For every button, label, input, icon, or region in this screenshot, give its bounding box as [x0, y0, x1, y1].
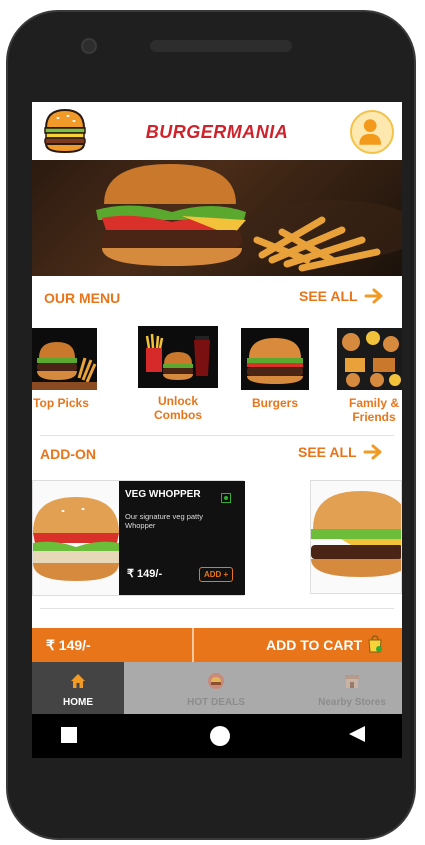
burger-image-icon [32, 342, 97, 390]
camera-icon [81, 38, 97, 54]
menu-item-top-picks[interactable]: Top Picks [32, 328, 104, 410]
see-all-label: SEE ALL [298, 444, 357, 460]
burger-image-icon [33, 497, 119, 581]
hero-banner-image [32, 160, 402, 276]
burger-image-icon [311, 491, 401, 577]
recents-button[interactable] [61, 727, 77, 743]
app-header: BURGERMANIA [32, 102, 402, 160]
menu-item-label: Family & Friends [348, 396, 399, 424]
app-screen: BURGERMANIA OUR MENU SEE ALL Top Picks U… [32, 102, 402, 758]
addon-see-all-link[interactable]: SEE ALL [298, 444, 383, 460]
user-icon [359, 119, 382, 145]
nav-home-tab[interactable]: HOME [32, 662, 124, 714]
veg-whopper-image [33, 481, 119, 595]
addon-card-next[interactable] [310, 480, 402, 594]
addon-info-panel: VEG WHOPPER Our signature veg patty Whop… [119, 481, 245, 595]
add-to-cart-button[interactable]: ADD TO CART [266, 637, 362, 653]
nav-stores-label: Nearby Stores [318, 697, 386, 708]
section-divider [40, 435, 394, 436]
arrow-right-icon [363, 444, 382, 460]
combo-meal-icon [145, 333, 210, 380]
veg-indicator-icon [221, 493, 231, 503]
burger-image-icon [247, 338, 303, 384]
menu-item-label: Top Picks [33, 396, 89, 410]
cart-bar: ₹ 149/- ADD TO CART [32, 628, 402, 662]
home-icon [71, 674, 85, 688]
unlock-combos-image [138, 326, 218, 388]
our-menu-title: OUR MENU [44, 290, 121, 306]
family-meal-icon [337, 328, 402, 390]
see-all-label: SEE ALL [299, 288, 358, 304]
store-icon [345, 675, 359, 688]
speaker-grille [150, 40, 292, 52]
nav-hot-label: HOT DEALS [187, 697, 245, 708]
addon-card-veg-whopper[interactable]: VEG WHOPPER Our signature veg patty Whop… [32, 480, 245, 596]
top-picks-image [32, 328, 97, 390]
app-title: BURGERMANIA [145, 122, 289, 142]
nav-nearby-stores-tab[interactable]: Nearby Stores [302, 662, 402, 714]
addon-add-button[interactable]: ADD + [199, 567, 234, 582]
system-navigation-bar [32, 714, 402, 758]
menu-item-label: Unlock Combos [154, 394, 202, 422]
section-divider [40, 608, 394, 609]
arrow-right-icon [364, 288, 383, 304]
phone-frame: BURGERMANIA OUR MENU SEE ALL Top Picks U… [6, 10, 416, 840]
home-button[interactable] [210, 726, 230, 746]
nav-hot-deals-tab[interactable]: HOT DEALS [168, 662, 264, 714]
menu-item-burgers[interactable]: Burgers [232, 328, 318, 410]
menu-see-all-link[interactable]: SEE ALL [299, 288, 384, 304]
burgers-image [241, 328, 309, 390]
shopping-bag-icon[interactable] [367, 635, 383, 653]
cart-separator [192, 628, 194, 662]
family-friends-image [337, 328, 402, 390]
addon-description: Our signature veg patty Whopper [125, 512, 203, 530]
profile-avatar[interactable] [350, 110, 394, 154]
add-on-title: ADD-ON [40, 446, 96, 462]
back-icon[interactable] [348, 725, 366, 743]
menu-item-label: Burgers [251, 396, 298, 410]
menu-item-family-friends[interactable]: Family & Friends [325, 328, 402, 424]
bottom-navigation: HOME HOT DEALS Nearby Stores [32, 662, 402, 714]
menu-item-unlock-combos[interactable]: Unlock Combos [135, 326, 221, 422]
hot-deals-icon [208, 673, 224, 689]
burger-fries-illustration [96, 164, 402, 272]
nav-home-label: HOME [63, 697, 93, 708]
cart-total-price: ₹ 149/- [46, 637, 91, 653]
addon-price: ₹ 149/- [127, 568, 163, 580]
